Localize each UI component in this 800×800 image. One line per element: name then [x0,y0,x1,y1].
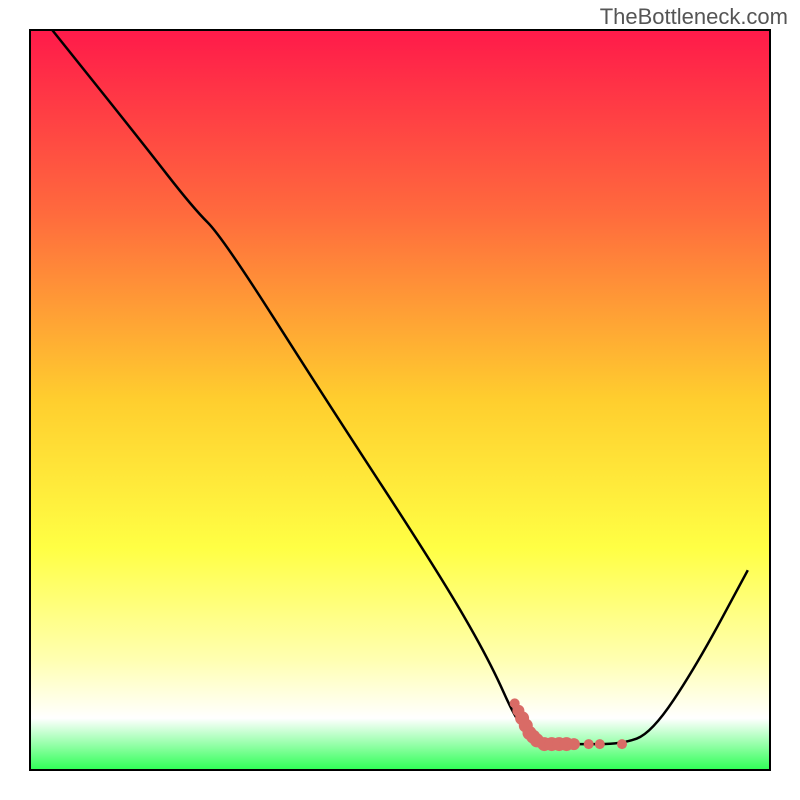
watermark-text: TheBottleneck.com [600,4,788,30]
chart-container: TheBottleneck.com [0,0,800,800]
marker-dot [617,739,627,749]
bottleneck-chart [0,0,800,800]
marker-dot [595,739,605,749]
plot-area [30,30,770,770]
marker-dot [584,739,594,749]
marker-dot [568,738,580,750]
